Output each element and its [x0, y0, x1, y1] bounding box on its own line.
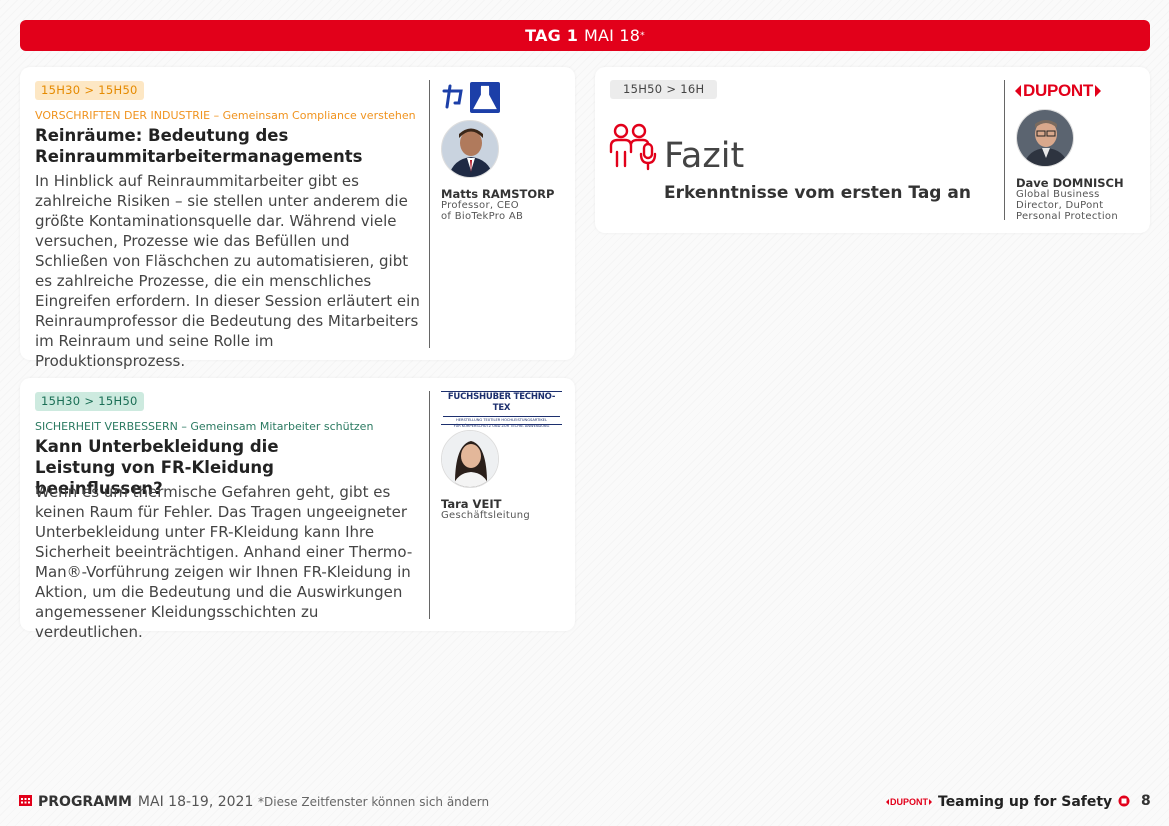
logo-subtext: FÜR KÖRPERSCHUTZ UND ZUR TECHN. ANWENDUN…: [453, 424, 550, 428]
footer-dates: MAI 18-19, 2021: [137, 794, 254, 810]
session-card-cleanroom: 15H30 > 15H50 VORSCHRIFTEN DER INDUSTRIE…: [20, 67, 575, 370]
logo-text: FUCHSHUBER TECHNO-TEX: [447, 392, 556, 413]
time-badge: 15H30 > 15H50: [35, 81, 144, 100]
speaker-role: Personal Protection: [1016, 211, 1118, 222]
safety-badge-icon: [1118, 792, 1130, 811]
page-number: 8: [1141, 793, 1151, 809]
fuchshuber-logo: FUCHSHUBER TECHNO-TEX HERSTELLUNG TEXTIL…: [441, 391, 562, 428]
session-topic: SICHERHEIT VERBESSERN – Gemeinsam Mitarb…: [35, 420, 374, 433]
footer-program-label: PROGRAMM: [38, 794, 132, 810]
session-card-fazit: 15H50 > 16H Fazit Erkenntnisse vom erste…: [595, 67, 1150, 233]
session-topic: VORSCHRIFTEN DER INDUSTRIE – Gemeinsam C…: [35, 109, 416, 122]
dupont-logo-text: DUPONT: [1023, 81, 1093, 100]
divider: [429, 391, 430, 619]
fazit-subtitle: Erkenntnisse vom ersten Tag an: [664, 183, 971, 203]
day-footnote-mark: *: [640, 30, 645, 41]
session-description: In Hinblick auf Reinraummitarbeiter gibt…: [35, 172, 420, 370]
day-banner: TAG 1 MAI 18 *: [20, 20, 1150, 51]
speaker-role: Professor, CEO: [441, 200, 519, 211]
dupont-small-left-icon: [886, 798, 889, 805]
footer-program: PROGRAMM MAI 18-19, 2021: [19, 792, 253, 812]
speaker-photo: [441, 430, 499, 488]
speaker-name: Dave DOMNISCH: [1016, 176, 1124, 190]
speaker-company: of BioTekPro AB: [441, 211, 524, 222]
divider: [1004, 80, 1005, 220]
dupont-logo-right-icon: [1094, 85, 1101, 97]
footer-tagline: Teaming up for Safety: [938, 793, 1113, 810]
biotekpro-logo: [441, 81, 501, 113]
dupont-logo: DUPONT: [1015, 80, 1101, 102]
session-description: Wenn es um thermische Gefahren geht, gib…: [35, 483, 413, 641]
footer-disclaimer: *Diese Zeitfenster können sich ändern: [258, 795, 490, 809]
time-badge: 15H30 > 15H50: [35, 392, 144, 411]
time-badge: 15H50 > 16H: [610, 80, 718, 99]
session-card-fr-clothing: 15H30 > 15H50 SICHERHEIT VERBESSERN – Ge…: [20, 378, 575, 641]
day-label: TAG 1: [525, 26, 579, 45]
speaker-role: Director, DuPont: [1016, 200, 1104, 211]
dupont-logo-left-icon: [1015, 85, 1021, 97]
dupont-small-logo: DUPONT: [886, 797, 932, 807]
fazit-title: Fazit: [664, 136, 745, 176]
speaker-name: Tara VEIT: [441, 497, 502, 511]
speaker-group-icon: [609, 122, 657, 176]
dupont-small-right-icon: [929, 798, 932, 805]
speaker-role: Global Business: [1016, 189, 1100, 200]
dupont-small-text: DUPONT: [890, 796, 928, 807]
footer-brand: DUPONT Teaming up for Safety: [886, 792, 1130, 811]
speaker-photo: [441, 120, 499, 178]
speaker-photo: [1016, 109, 1074, 167]
divider: [429, 80, 430, 348]
day-date: MAI 18: [584, 26, 641, 45]
speaker-name: Matts RAMSTORP: [441, 187, 555, 201]
calendar-icon: [19, 794, 32, 810]
speaker-role: Geschäftsleitung: [441, 510, 531, 521]
session-title: Reinräume: Bedeutung des Reinraummitarbe…: [35, 126, 363, 166]
logo-subtext: HERSTELLUNG TEXTILER HOCHLEISTUNGSARTIKE…: [443, 416, 560, 423]
